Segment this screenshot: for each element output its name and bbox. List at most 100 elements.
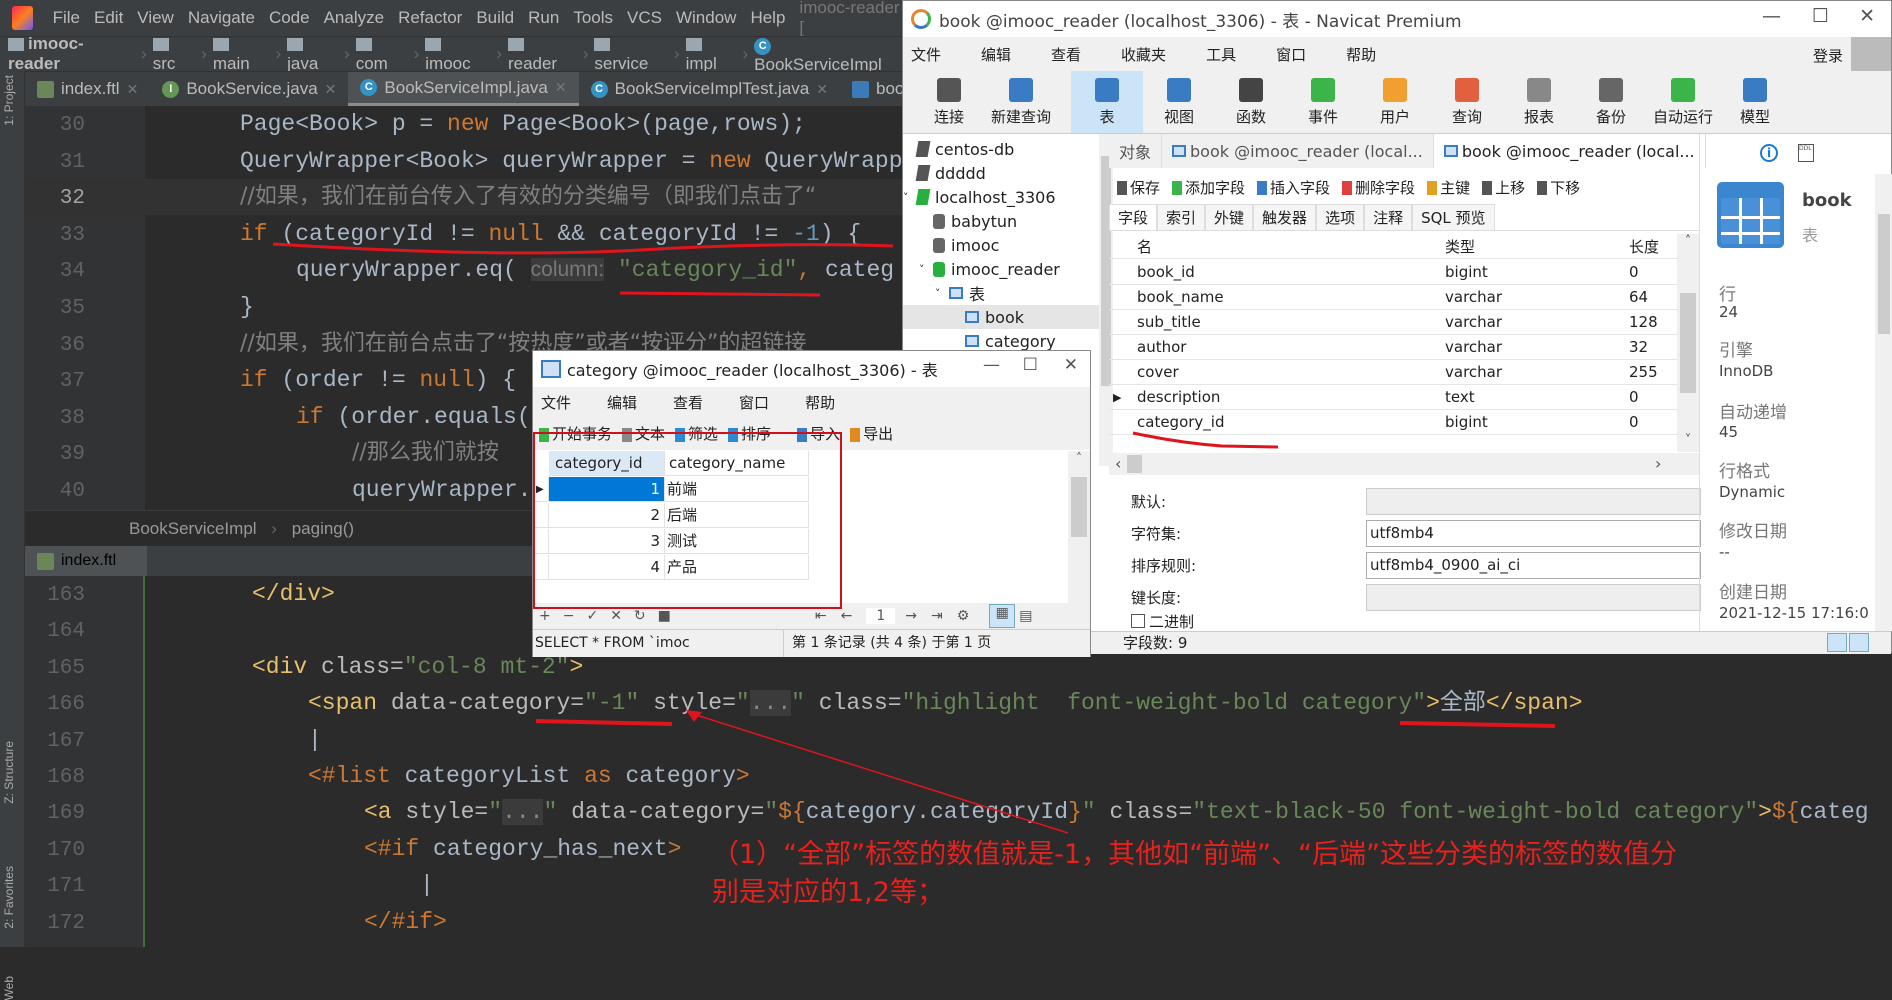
toolbar-9[interactable]: 备份: [1575, 71, 1647, 133]
tree-item[interactable]: centos-db: [903, 137, 1103, 161]
binary-checkbox[interactable]: [1131, 614, 1145, 628]
breadcrumb-item[interactable]: com: [355, 34, 408, 74]
toolbar-0[interactable]: 连接: [913, 71, 985, 133]
cat-menu-item[interactable]: 窗口: [739, 392, 769, 413]
record-edit-buttons[interactable]: +−✓✕↻■: [539, 608, 683, 624]
toolbar-3[interactable]: 视图: [1143, 71, 1215, 133]
menu-file[interactable]: File: [53, 8, 80, 28]
cat-menu-item[interactable]: 查看: [673, 392, 703, 413]
grid-horizontal-scrollbar[interactable]: ‹ ›: [1109, 453, 1699, 475]
menu-edit[interactable]: Edit: [94, 8, 123, 28]
menu-tools[interactable]: Tools: [573, 8, 613, 28]
field-row[interactable]: cover varchar 255: [1109, 360, 1677, 385]
toolbar-8[interactable]: 报表: [1503, 71, 1575, 133]
tab-index-ftl[interactable]: index.ftl ✕: [25, 72, 150, 106]
field-row[interactable]: category_id bigint 0: [1109, 410, 1677, 435]
nav-menu-item[interactable]: 文件: [911, 44, 941, 65]
expand-arrow-icon[interactable]: ˅: [935, 287, 941, 300]
menu-code[interactable]: Code: [269, 8, 310, 28]
field-row[interactable]: ▶ description text 0: [1109, 385, 1677, 410]
action-0[interactable]: 保存: [1117, 177, 1160, 198]
action-6[interactable]: 下移: [1537, 177, 1580, 198]
field-row[interactable]: author varchar 32: [1109, 335, 1677, 360]
grid-vertical-scrollbar[interactable]: ˄ ˅: [1677, 234, 1699, 452]
tree-item[interactable]: ddddd: [903, 161, 1103, 185]
breadcrumb-item[interactable]: imooc-reader: [8, 34, 135, 74]
object-tab[interactable]: 对象: [1109, 134, 1163, 168]
close-tab-icon[interactable]: ✕: [555, 79, 567, 96]
tree-item[interactable]: ˅ localhost_3306: [903, 185, 1103, 209]
favorites-tool-button[interactable]: 2: Favorites: [2, 866, 16, 929]
field-row[interactable]: book_id bigint 0: [1109, 260, 1677, 285]
toolbar-4[interactable]: 函数: [1215, 71, 1287, 133]
breadcrumb-item[interactable]: reader: [507, 34, 577, 74]
layout-right-button[interactable]: [1849, 633, 1869, 652]
menu-build[interactable]: Build: [476, 8, 514, 28]
menu-window[interactable]: Window: [676, 8, 736, 28]
close-tab-icon[interactable]: ✕: [325, 81, 337, 98]
menu-navigate[interactable]: Navigate: [188, 8, 255, 28]
charset-select[interactable]: utf8mb4: [1366, 519, 1701, 547]
nav-menu-item[interactable]: 查看: [1051, 44, 1081, 65]
menu-analyze[interactable]: Analyze: [324, 8, 384, 28]
tree-item[interactable]: imooc: [903, 233, 1103, 257]
tab-bookserviceimpl-java[interactable]: C BookServiceImpl.java ✕: [348, 72, 579, 106]
info-scrollbar[interactable]: [1875, 174, 1892, 631]
cat-menu-item[interactable]: 帮助: [805, 392, 835, 413]
breadcrumb-item[interactable]: imooc: [425, 34, 490, 74]
grid-scrollbar[interactable]: ˄: [1068, 451, 1090, 603]
ddl-icon[interactable]: DDL: [1798, 144, 1814, 162]
cat-menu-item[interactable]: 编辑: [607, 392, 637, 413]
close-button[interactable]: ✕: [1859, 5, 1875, 27]
default-input[interactable]: [1366, 487, 1701, 515]
web-tool-button[interactable]: Web: [2, 976, 16, 1000]
expand-arrow-icon[interactable]: ˅: [903, 191, 909, 204]
menu-run[interactable]: Run: [528, 8, 559, 28]
column-header[interactable]: 长度: [1629, 236, 1659, 257]
object-tab[interactable]: book @imooc_reader (local...: [1433, 134, 1706, 168]
tree-item[interactable]: ˅ 表: [903, 281, 1103, 305]
breadcrumb-item[interactable]: java: [287, 34, 338, 74]
project-tool-button[interactable]: 1: Project: [2, 75, 16, 126]
tree-item[interactable]: book: [903, 305, 1103, 329]
breadcrumb-item[interactable]: src: [152, 34, 195, 74]
column-header[interactable]: 类型: [1445, 236, 1475, 257]
expand-arrow-icon[interactable]: ˅: [919, 263, 925, 276]
tab-index-ftl[interactable]: index.ftl: [25, 546, 147, 576]
maximize-button[interactable]: ☐: [1812, 5, 1829, 27]
crumb-method[interactable]: paging(): [292, 519, 354, 538]
subtab[interactable]: 选项: [1316, 204, 1365, 230]
action-2[interactable]: 插入字段: [1257, 177, 1330, 198]
layout-left-button[interactable]: [1827, 633, 1847, 652]
form-view-button[interactable]: ▤: [1019, 608, 1032, 624]
object-tab[interactable]: book @imooc_reader (local...: [1162, 134, 1434, 168]
toolbar-6[interactable]: 用户: [1359, 71, 1431, 133]
subtab[interactable]: 注释: [1364, 204, 1413, 230]
field-row[interactable]: book_name varchar 64: [1109, 285, 1677, 310]
toolbar-2[interactable]: 表: [1071, 71, 1143, 133]
tab-bookservice-java[interactable]: I BookService.java ✕: [150, 72, 348, 106]
page-input[interactable]: 1: [866, 608, 896, 624]
toolbar-7[interactable]: 查询: [1431, 71, 1503, 133]
action-5[interactable]: 上移: [1482, 177, 1525, 198]
keylen-input[interactable]: [1366, 583, 1701, 611]
toolbar-5[interactable]: 事件: [1287, 71, 1359, 133]
maximize-button[interactable]: ☐: [1023, 355, 1038, 375]
breadcrumb-item[interactable]: impl: [685, 34, 737, 74]
nav-menu-item[interactable]: 窗口: [1276, 44, 1306, 65]
breadcrumb-item[interactable]: CBookServiceImpl: [754, 34, 902, 75]
close-tab-icon[interactable]: ✕: [127, 81, 139, 98]
close-tab-icon[interactable]: ✕: [816, 81, 828, 98]
info-icon[interactable]: i: [1760, 144, 1778, 162]
first-prev-buttons[interactable]: ⇤←: [815, 608, 866, 624]
menu-view[interactable]: View: [137, 8, 174, 28]
field-row[interactable]: sub_title varchar 128: [1109, 310, 1677, 335]
menu-help[interactable]: Help: [750, 8, 785, 28]
collation-select[interactable]: utf8mb4_0900_ai_ci: [1366, 551, 1701, 579]
action-1[interactable]: 添加字段: [1172, 177, 1245, 198]
toolbar-11[interactable]: 模型: [1719, 71, 1791, 133]
cat-menu-item[interactable]: 文件: [541, 392, 571, 413]
toolbar-1[interactable]: 新建查询: [985, 71, 1057, 133]
tree-item[interactable]: ˅ imooc_reader: [903, 257, 1103, 281]
nav-menu-item[interactable]: 帮助: [1346, 44, 1376, 65]
